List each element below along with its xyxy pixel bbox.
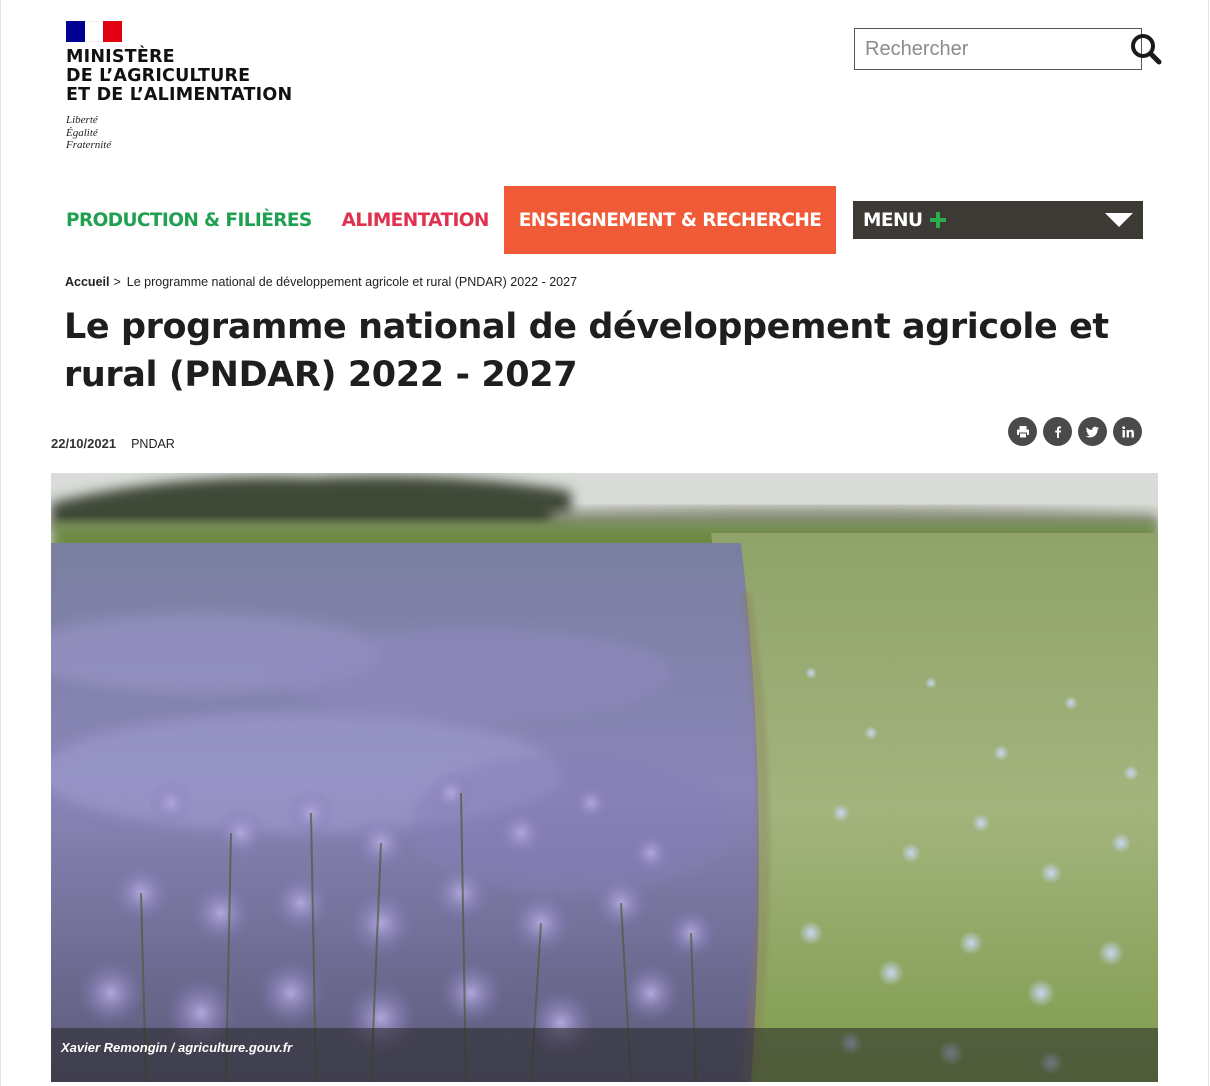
nav-item-enseignement[interactable]: ENSEIGNEMENT & RECHERCHE xyxy=(503,186,837,254)
page-title: Le programme national de développement a… xyxy=(64,307,1109,395)
page-edge-right xyxy=(1208,0,1209,1086)
plus-icon xyxy=(929,211,947,229)
motto-line: Égalité xyxy=(66,126,98,139)
hero-image: Xavier Remongin / agriculture.gouv.fr xyxy=(51,473,1158,1082)
article-meta: 22/10/2021 PNDAR xyxy=(51,436,175,451)
search-icon xyxy=(1131,34,1162,65)
page-edge-left xyxy=(0,0,1,1086)
facebook-share-button[interactable] xyxy=(1043,417,1072,446)
twitter-share-button[interactable] xyxy=(1078,417,1107,446)
chevron-down-icon xyxy=(1105,213,1133,227)
share-bar xyxy=(1008,417,1142,446)
main-nav: PRODUCTION & FILIÈRES ALIMENTATION ENSEI… xyxy=(51,186,974,254)
search-box xyxy=(854,28,1162,70)
linkedin-icon xyxy=(1121,425,1134,437)
ministry-name-line: MINISTÈRE xyxy=(66,47,175,67)
motto-line: Fraternité xyxy=(66,139,112,151)
nav-item-alimentation[interactable]: ALIMENTATION xyxy=(327,186,504,254)
breadcrumb: Accueil > Le programme national de dévelop… xyxy=(65,275,577,289)
ministry-name: MINISTÈRE DE L’AGRICULTURE ET DE L’ALIME… xyxy=(66,48,326,105)
linkedin-share-button[interactable] xyxy=(1113,417,1142,446)
image-caption: Xavier Remongin / agriculture.gouv.fr xyxy=(51,1028,1158,1082)
ministry-name-line: DE L’AGRICULTURE xyxy=(66,66,251,86)
article-date: 22/10/2021 xyxy=(51,436,117,451)
search-button[interactable] xyxy=(1130,29,1162,69)
breadcrumb-separator: > xyxy=(113,275,121,289)
facebook-icon xyxy=(1054,425,1061,438)
article-tag[interactable]: PNDAR xyxy=(131,437,175,451)
menu-label: MENU xyxy=(863,209,923,231)
republic-motto: Liberté Égalité Fraternité xyxy=(66,114,326,152)
print-button[interactable] xyxy=(1008,417,1037,446)
motto-line: Liberté xyxy=(66,114,98,126)
image-credit: Xavier Remongin / agriculture.gouv.fr xyxy=(61,1040,293,1055)
marianne-flag-icon xyxy=(66,21,123,42)
twitter-icon xyxy=(1085,426,1099,437)
breadcrumb-home-link[interactable]: Accueil xyxy=(65,275,109,289)
flower-field-illustration xyxy=(51,473,1158,1082)
nav-item-production[interactable]: PRODUCTION & FILIÈRES xyxy=(51,186,327,254)
menu-button[interactable]: MENU xyxy=(853,201,1143,239)
print-icon xyxy=(1016,425,1029,438)
search-input[interactable] xyxy=(855,30,1130,68)
breadcrumb-current: Le programme national de développement a… xyxy=(126,275,578,289)
ministry-name-line: ET DE L’ALIMENTATION xyxy=(66,85,293,105)
ministry-logo[interactable]: MINISTÈRE DE L’AGRICULTURE ET DE L’ALIME… xyxy=(66,21,326,161)
